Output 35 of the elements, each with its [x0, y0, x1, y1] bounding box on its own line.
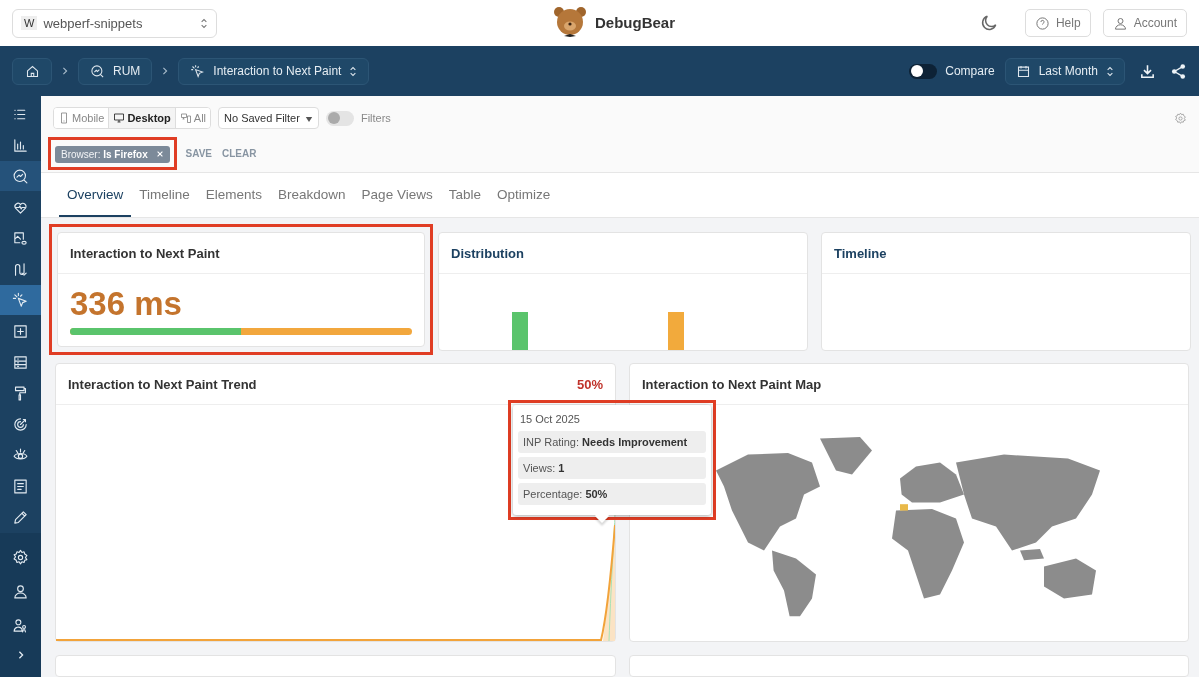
tab[interactable]: Page Views: [353, 173, 441, 217]
workspace-select[interactable]: W webperf-snippets: [12, 8, 217, 38]
filters-label: Filters: [360, 112, 391, 124]
filter-action-link[interactable]: SAVE: [183, 148, 214, 159]
account-button[interactable]: Account: [1102, 9, 1187, 37]
card-title: Interaction to Next Paint Trend: [68, 376, 257, 392]
tooltip-date: 15 Oct 2025: [520, 413, 581, 425]
tab[interactable]: Overview: [59, 173, 132, 217]
breadcrumb-button[interactable]: RUM: [78, 57, 153, 85]
compare-label: Compare: [945, 64, 995, 78]
filter-chip[interactable]: Browser: Is Firefox: [55, 146, 171, 163]
tab[interactable]: Timeline: [131, 173, 198, 217]
tooltip-row: Percentage: 50%: [518, 483, 706, 505]
card-title: Timeline: [834, 245, 887, 261]
tab[interactable]: Optimize: [488, 173, 559, 217]
tooltip-row: Views: 1: [518, 457, 706, 479]
tab[interactable]: Breakdown: [270, 173, 354, 217]
metric-select[interactable]: Interaction to Next Paint: [178, 57, 370, 85]
filter-action-link[interactable]: CLEAR: [220, 148, 259, 159]
device-tab[interactable]: Mobile: [54, 108, 110, 128]
saved-filter-select[interactable]: No Saved Filter: [218, 107, 319, 129]
brand-name: DebugBear: [595, 13, 676, 31]
tab[interactable]: Table: [440, 173, 489, 217]
device-tab[interactable]: Desktop: [109, 108, 176, 128]
date-range-select[interactable]: Last Month: [1004, 57, 1125, 85]
workspace-name: webperf-snippets: [43, 15, 144, 31]
tooltip-row: INP Rating: Needs Improvement: [518, 431, 706, 453]
card-title: Interaction to Next Paint Map: [642, 376, 822, 392]
help-button[interactable]: Help: [1024, 9, 1091, 37]
card-title: Interaction to Next Paint: [70, 245, 220, 261]
tab[interactable]: Elements: [197, 173, 271, 217]
metric-value: 336 ms: [69, 284, 183, 323]
card-title: Distribution: [451, 245, 524, 261]
change-value: 50%: [576, 376, 603, 392]
workspace-initial: W: [21, 16, 38, 30]
